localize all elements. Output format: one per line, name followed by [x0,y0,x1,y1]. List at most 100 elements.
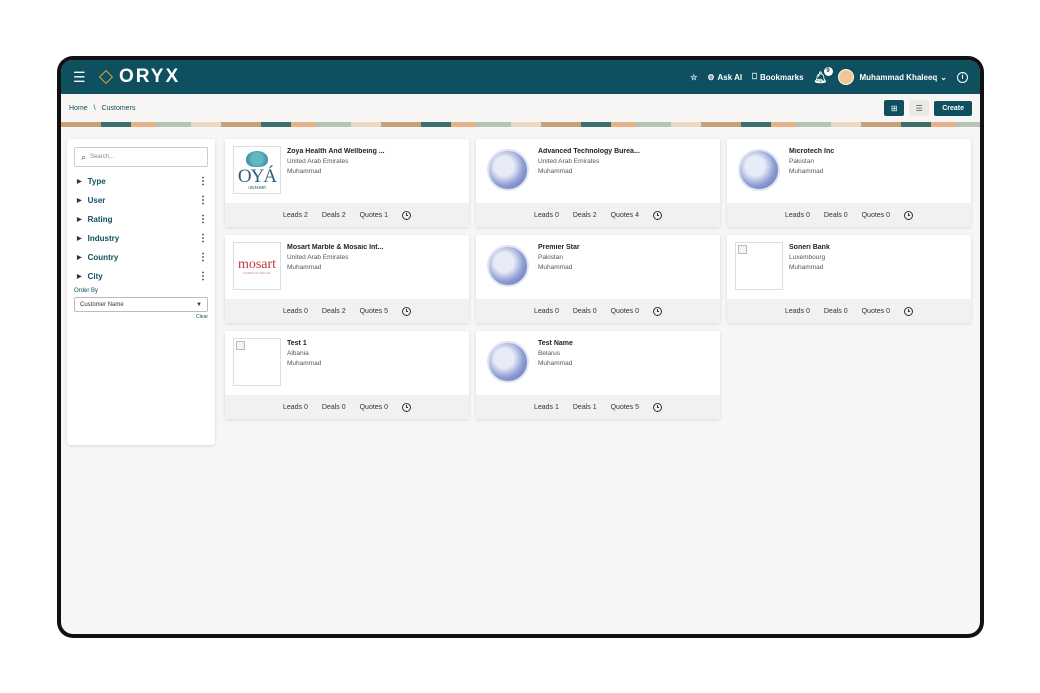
customer-card[interactable]: Premier Star Pakistan Muhammad Leads 0 D… [476,235,720,323]
top-navigation-bar: ☰ ORYX ☆ ⚙ Ask AI ⎕ Bookmarks 🔔︎ 9 Muham… [61,60,980,94]
more-options-icon[interactable]: ⋮ [198,233,208,244]
info-icon[interactable]: i [957,71,968,83]
create-button[interactable]: Create [934,100,972,116]
card-header: Microtech Inc Pakistan Muhammad [727,139,971,203]
deals-count[interactable]: Deals 0 [824,212,848,219]
filter-user[interactable]: ▶ User ⋮ [74,191,208,210]
card-header: Test 1 Albania Muhammad [225,331,469,395]
more-options-icon[interactable]: ⋮ [198,214,208,225]
broken-image-icon [236,341,245,350]
deals-count[interactable]: Deals 2 [573,212,597,219]
more-options-icon[interactable]: ⋮ [198,176,208,187]
customer-name[interactable]: Zoya Health And Wellbeing ... [287,148,385,155]
filter-type[interactable]: ▶ Type ⋮ [74,172,208,191]
leads-count[interactable]: Leads 1 [534,404,559,411]
clock-icon[interactable] [904,210,914,220]
device-frame: ☰ ORYX ☆ ⚙ Ask AI ⎕ Bookmarks 🔔︎ 9 Muham… [57,56,984,638]
leads-count[interactable]: Leads 0 [283,308,308,315]
quotes-count[interactable]: Quotes 5 [611,404,639,411]
leads-count[interactable]: Leads 2 [283,212,308,219]
quotes-count[interactable]: Quotes 5 [360,308,388,315]
mosart-logo-image: mosart MARBLE & MOSAIC [238,257,276,275]
card-stats: Leads 0 Deals 0 Quotes 0 [727,299,971,323]
deals-count[interactable]: Deals 0 [824,308,848,315]
customer-name[interactable]: Test 1 [287,340,321,347]
clock-icon[interactable] [402,210,412,220]
favorite-star-icon[interactable]: ☆ [690,73,697,82]
list-view-button[interactable]: ☰ [909,100,930,116]
notifications-bell-icon[interactable]: 🔔︎ 9 [814,66,833,84]
leads-count[interactable]: Leads 0 [534,212,559,219]
zoya-logo-image: OYÁ OF LONGEVITY [238,150,277,190]
customer-name[interactable]: Soneri Bank [789,244,830,251]
customer-card[interactable]: Soneri Bank Luxembourg Muhammad Leads 0 … [727,235,971,323]
ask-ai-button[interactable]: ⚙ Ask AI [707,73,742,82]
app-name: ORYX [119,66,181,87]
leads-count[interactable]: Leads 0 [283,404,308,411]
app-logo[interactable]: ORYX [97,66,180,88]
search-input[interactable]: ⌕ Search... [74,147,208,167]
quotes-count[interactable]: Quotes 0 [611,308,639,315]
clock-icon[interactable] [653,210,663,220]
clock-icon[interactable] [904,306,914,316]
customer-info: Advanced Technology Burea... United Arab… [538,146,640,199]
customer-info: Soneri Bank Luxembourg Muhammad [789,242,830,295]
clear-link[interactable]: Clear [74,314,208,320]
quotes-count[interactable]: Quotes 1 [360,212,388,219]
customer-name[interactable]: Premier Star [538,244,580,251]
quotes-count[interactable]: Quotes 0 [360,404,388,411]
order-by-select[interactable]: Customer Name ▼ [74,297,208,312]
more-options-icon[interactable]: ⋮ [198,195,208,206]
customer-card[interactable]: Microtech Inc Pakistan Muhammad Leads 0 … [727,139,971,227]
quotes-count[interactable]: Quotes 4 [611,212,639,219]
filter-rating[interactable]: ▶ Rating ⋮ [74,210,208,229]
filter-country[interactable]: ▶ Country ⋮ [74,248,208,267]
filter-label: Industry [87,234,120,243]
deals-count[interactable]: Deals 2 [322,308,346,315]
hamburger-menu-icon[interactable]: ☰ [73,69,91,86]
customer-card[interactable]: Test Name Belarus Muhammad Leads 1 Deals… [476,331,720,419]
customer-card[interactable]: mosart MARBLE & MOSAIC Mosart Marble & M… [225,235,469,323]
leads-count[interactable]: Leads 0 [534,308,559,315]
filter-label: User [87,196,106,205]
expand-triangle-icon: ▶ [77,236,82,242]
app-screen: ☰ ORYX ☆ ⚙ Ask AI ⎕ Bookmarks 🔔︎ 9 Muham… [61,60,980,634]
customer-name[interactable]: Advanced Technology Burea... [538,148,640,155]
clock-icon[interactable] [653,402,663,412]
customer-logo [484,146,532,194]
clock-icon[interactable] [402,306,412,316]
deals-count[interactable]: Deals 0 [573,308,597,315]
leads-count[interactable]: Leads 0 [785,212,810,219]
filter-panel: ⌕ Search... ▶ Type ⋮ ▶ User ⋮ ▶ Rating ⋮ [67,139,215,445]
user-menu[interactable]: Muhammad Khaleeq ⌄ [837,69,947,85]
quotes-count[interactable]: Quotes 0 [862,308,890,315]
customer-card[interactable]: Advanced Technology Burea... United Arab… [476,139,720,227]
bookmarks-button[interactable]: ⎕ Bookmarks [752,72,803,82]
customer-card[interactable]: OYÁ OF LONGEVITY Zoya Health And Wellbei… [225,139,469,227]
customer-name[interactable]: Microtech Inc [789,148,834,155]
customer-card[interactable]: Test 1 Albania Muhammad Leads 0 Deals 0 … [225,331,469,419]
card-stats: Leads 0 Deals 0 Quotes 0 [225,395,469,419]
deals-count[interactable]: Deals 2 [322,212,346,219]
breadcrumb-current: Customers [101,104,136,112]
clock-icon[interactable] [653,306,663,316]
breadcrumb-home[interactable]: Home [69,105,88,112]
oryx-logo-icon [97,70,115,84]
customer-name[interactable]: Mosart Marble & Mosaic Int... [287,244,383,251]
filter-city[interactable]: ▶ City ⋮ [74,267,208,286]
breadcrumb-separator: \ [93,104,96,112]
card-stats: Leads 0 Deals 0 Quotes 0 [476,299,720,323]
deals-count[interactable]: Deals 1 [573,404,597,411]
quotes-count[interactable]: Quotes 0 [862,212,890,219]
grid-view-button[interactable]: ⊞ [884,100,905,116]
deals-count[interactable]: Deals 0 [322,404,346,411]
leads-count[interactable]: Leads 0 [785,308,810,315]
customer-owner: Muhammad [538,360,573,367]
mosart-logo-subtext: MARBLE & MOSAIC [242,270,271,275]
clock-icon[interactable] [402,402,412,412]
filter-industry[interactable]: ▶ Industry ⋮ [74,229,208,248]
more-options-icon[interactable]: ⋮ [198,252,208,263]
customer-name[interactable]: Test Name [538,340,573,347]
more-options-icon[interactable]: ⋮ [198,271,208,282]
topbar-actions: ☆ ⚙ Ask AI ⎕ Bookmarks 🔔︎ 9 Muhammad Kha… [690,66,968,85]
